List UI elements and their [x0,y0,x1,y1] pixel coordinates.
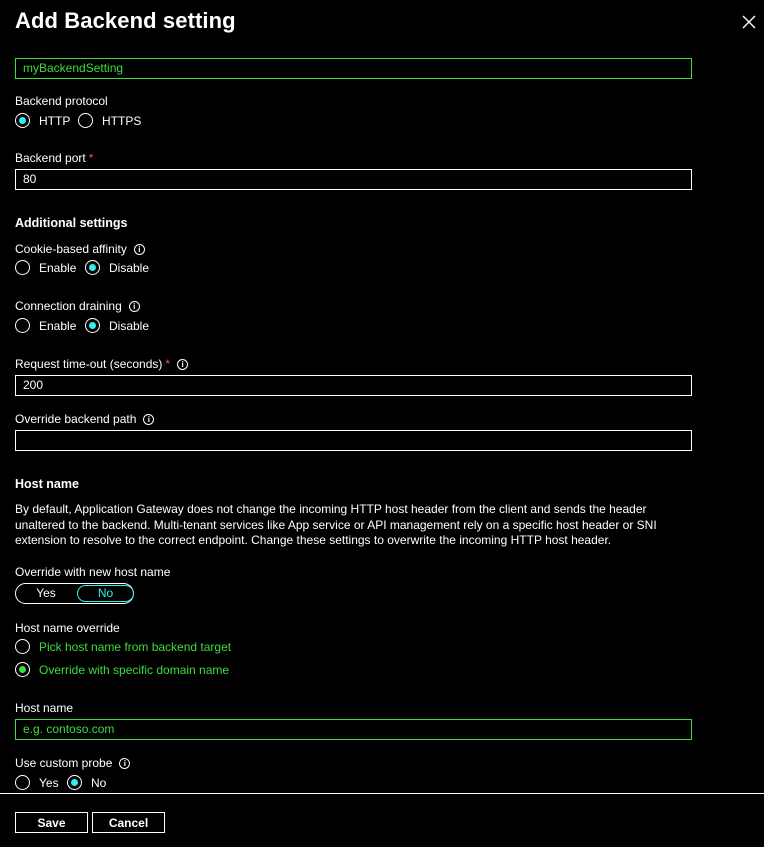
override-host-label: Override with new host name [15,565,171,579]
backend-protocol-label: Backend protocol [15,94,108,108]
pick-host-radio[interactable] [15,639,30,654]
request-timeout-input[interactable] [15,375,692,396]
protocol-http-label[interactable]: HTTP [39,114,70,128]
override-path-label-text: Override backend path [15,412,137,426]
override-host-toggle[interactable]: Yes No [15,583,134,604]
custom-probe-label: Use custom probe i [15,756,131,770]
cookie-enable-radio[interactable] [15,260,30,275]
draining-enable-radio[interactable] [15,318,30,333]
info-icon[interactable]: i [133,244,145,255]
host-name-description: By default, Application Gateway does not… [15,502,657,547]
pick-host-label[interactable]: Pick host name from backend target [39,640,231,654]
connection-draining-label: Connection draining i [15,299,140,313]
info-icon[interactable]: i [128,301,140,312]
host-name-override-label: Host name override [15,621,120,635]
backend-port-input[interactable] [15,169,692,190]
info-icon[interactable]: i [119,758,131,769]
info-icon[interactable]: i [177,359,189,370]
probe-yes-radio[interactable] [15,775,30,790]
add-backend-setting-panel: Add Backend setting Backend protocol HTT… [0,0,764,847]
toggle-yes[interactable]: Yes [16,584,76,603]
backend-port-label-text: Backend port [15,151,86,165]
backend-port-label: Backend port * [15,151,93,165]
probe-no-radio[interactable] [67,775,82,790]
protocol-http-radio[interactable] [15,113,30,128]
override-path-label: Override backend path i [15,412,155,426]
draining-disable-label[interactable]: Disable [109,319,149,333]
cookie-affinity-label-text: Cookie-based affinity [15,242,127,256]
protocol-https-radio[interactable] [78,113,93,128]
draining-enable-label[interactable]: Enable [39,319,76,333]
cookie-disable-label[interactable]: Disable [109,261,149,275]
cookie-affinity-label: Cookie-based affinity i [15,242,145,256]
cookie-enable-label[interactable]: Enable [39,261,76,275]
save-button[interactable]: Save [15,812,88,833]
additional-settings-heading: Additional settings [15,216,128,230]
probe-yes-label[interactable]: Yes [39,776,59,790]
connection-draining-label-text: Connection draining [15,299,122,313]
specific-domain-radio[interactable] [15,662,30,677]
close-icon[interactable] [738,11,760,33]
specific-domain-label[interactable]: Override with specific domain name [39,663,229,677]
probe-no-label[interactable]: No [91,776,106,790]
draining-disable-radio[interactable] [85,318,100,333]
name-input[interactable] [15,58,692,79]
required-marker: * [165,357,171,371]
protocol-https-label[interactable]: HTTPS [102,114,141,128]
request-timeout-label: Request time-out (seconds) * i [15,357,189,371]
required-marker: * [88,151,94,165]
override-path-input[interactable] [15,430,692,451]
request-timeout-label-text: Request time-out (seconds) [15,357,163,371]
cancel-button[interactable]: Cancel [92,812,165,833]
host-name-label: Host name [15,701,74,715]
toggle-no[interactable]: No [77,585,134,602]
footer-divider [0,793,764,794]
info-icon[interactable]: i [143,414,155,425]
custom-probe-label-text: Use custom probe [15,756,113,770]
host-name-input[interactable] [15,719,692,740]
form-scroll-area[interactable]: Backend protocol HTTP HTTPS Backend port… [0,50,764,792]
panel-title: Add Backend setting [15,8,236,33]
host-name-heading: Host name [15,477,79,491]
cookie-disable-radio[interactable] [85,260,100,275]
